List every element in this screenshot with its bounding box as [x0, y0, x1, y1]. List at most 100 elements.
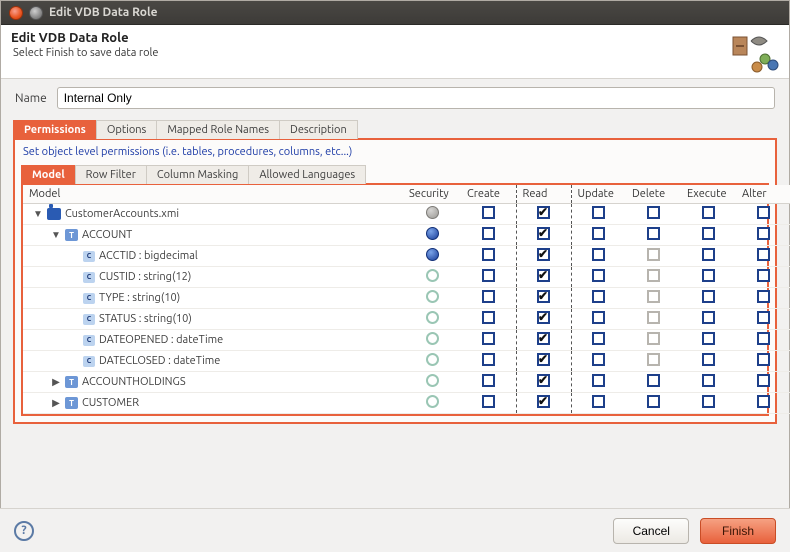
- permission-checkbox[interactable]: [702, 311, 715, 324]
- permission-checkbox[interactable]: [482, 290, 495, 303]
- permission-hint: Set object level permissions (i.e. table…: [21, 146, 769, 164]
- window-close-icon[interactable]: [9, 6, 23, 20]
- table-row[interactable]: CSTATUS : string(10): [23, 309, 790, 330]
- permission-checkbox[interactable]: [592, 311, 605, 324]
- security-indicator-icon[interactable]: [426, 206, 439, 219]
- table-row[interactable]: ▼CustomerAccounts.xmi: [23, 204, 790, 225]
- permission-checkbox[interactable]: [537, 353, 550, 366]
- permission-checkbox[interactable]: [647, 353, 660, 366]
- outer-tab-permissions[interactable]: Permissions: [13, 120, 97, 139]
- permission-checkbox[interactable]: [702, 248, 715, 261]
- permission-checkbox[interactable]: [537, 206, 550, 219]
- table-row[interactable]: CTYPE : string(10): [23, 288, 790, 309]
- inner-tab-column-masking[interactable]: Column Masking: [146, 165, 249, 184]
- permission-checkbox[interactable]: [757, 227, 770, 240]
- security-indicator-icon[interactable]: [426, 269, 439, 282]
- cancel-button[interactable]: Cancel: [613, 518, 689, 544]
- security-indicator-icon[interactable]: [426, 395, 439, 408]
- permission-checkbox[interactable]: [702, 395, 715, 408]
- permission-checkbox[interactable]: [537, 374, 550, 387]
- inner-tab-row-filter[interactable]: Row Filter: [75, 165, 147, 184]
- permission-checkbox[interactable]: [592, 374, 605, 387]
- permission-checkbox[interactable]: [592, 395, 605, 408]
- table-row[interactable]: CDATEOPENED : dateTime: [23, 330, 790, 351]
- permission-checkbox[interactable]: [702, 227, 715, 240]
- permission-checkbox[interactable]: [537, 395, 550, 408]
- permission-checkbox[interactable]: [757, 206, 770, 219]
- permission-checkbox[interactable]: [592, 332, 605, 345]
- table-row[interactable]: CACCTID : bigdecimal: [23, 246, 790, 267]
- permission-checkbox[interactable]: [482, 332, 495, 345]
- name-input[interactable]: [57, 87, 775, 109]
- permission-checkbox[interactable]: [702, 332, 715, 345]
- table-row[interactable]: ▶TCUSTOMER: [23, 393, 790, 414]
- permission-checkbox[interactable]: [757, 248, 770, 261]
- permission-checkbox[interactable]: [702, 353, 715, 366]
- inner-tab-allowed-languages[interactable]: Allowed Languages: [248, 165, 366, 184]
- permission-checkbox[interactable]: [757, 311, 770, 324]
- security-indicator-icon[interactable]: [426, 353, 439, 366]
- security-indicator-icon[interactable]: [426, 290, 439, 303]
- security-indicator-icon[interactable]: [426, 374, 439, 387]
- permission-checkbox[interactable]: [757, 374, 770, 387]
- permission-checkbox[interactable]: [482, 269, 495, 282]
- permission-checkbox[interactable]: [702, 206, 715, 219]
- permission-checkbox[interactable]: [647, 269, 660, 282]
- permission-checkbox[interactable]: [482, 227, 495, 240]
- outer-tab-mapped-role-names[interactable]: Mapped Role Names: [156, 120, 280, 139]
- permission-checkbox[interactable]: [647, 332, 660, 345]
- finish-button[interactable]: Finish: [700, 518, 776, 544]
- security-indicator-icon[interactable]: [426, 311, 439, 324]
- help-icon[interactable]: ?: [14, 521, 34, 541]
- permission-checkbox[interactable]: [537, 269, 550, 282]
- permission-checkbox[interactable]: [537, 248, 550, 261]
- inner-tab-model[interactable]: Model: [21, 165, 76, 184]
- permission-checkbox[interactable]: [647, 227, 660, 240]
- tree-expander-icon[interactable]: ▶: [51, 397, 61, 409]
- table-row[interactable]: CDATECLOSED : dateTime: [23, 351, 790, 372]
- permission-checkbox[interactable]: [757, 332, 770, 345]
- permission-checkbox[interactable]: [647, 374, 660, 387]
- permission-checkbox[interactable]: [537, 332, 550, 345]
- permission-checkbox[interactable]: [592, 290, 605, 303]
- table-row[interactable]: CCUSTID : string(12): [23, 267, 790, 288]
- window-minimize-icon[interactable]: [29, 6, 43, 20]
- tree-expander-icon[interactable]: ▼: [33, 208, 43, 220]
- security-indicator-icon[interactable]: [426, 332, 439, 345]
- permission-checkbox[interactable]: [647, 311, 660, 324]
- permission-checkbox[interactable]: [757, 290, 770, 303]
- table-row[interactable]: ▶TACCOUNTHOLDINGS: [23, 372, 790, 393]
- permission-checkbox[interactable]: [482, 374, 495, 387]
- tree-expander-icon[interactable]: ▶: [51, 376, 61, 388]
- permission-checkbox[interactable]: [537, 227, 550, 240]
- permission-checkbox[interactable]: [757, 269, 770, 282]
- permission-checkbox[interactable]: [757, 353, 770, 366]
- permission-checkbox[interactable]: [647, 395, 660, 408]
- permission-checkbox[interactable]: [592, 248, 605, 261]
- permission-checkbox[interactable]: [537, 290, 550, 303]
- permission-checkbox[interactable]: [647, 206, 660, 219]
- permission-checkbox[interactable]: [592, 353, 605, 366]
- permission-checkbox[interactable]: [592, 269, 605, 282]
- permission-checkbox[interactable]: [647, 248, 660, 261]
- permission-checkbox[interactable]: [482, 395, 495, 408]
- permission-checkbox[interactable]: [757, 395, 770, 408]
- permission-checkbox[interactable]: [537, 311, 550, 324]
- permission-checkbox[interactable]: [592, 227, 605, 240]
- permission-checkbox[interactable]: [482, 248, 495, 261]
- outer-tab-description[interactable]: Description: [279, 120, 358, 139]
- table-row[interactable]: ▼TACCOUNT: [23, 225, 790, 246]
- permission-checkbox[interactable]: [647, 290, 660, 303]
- permission-checkbox[interactable]: [482, 206, 495, 219]
- security-indicator-icon[interactable]: [426, 248, 439, 261]
- security-indicator-icon[interactable]: [426, 227, 439, 240]
- model-panel: ModelSecurityCreateReadUpdateDeleteExecu…: [21, 183, 769, 416]
- permission-checkbox[interactable]: [702, 290, 715, 303]
- permission-checkbox[interactable]: [482, 311, 495, 324]
- permission-checkbox[interactable]: [702, 374, 715, 387]
- permission-checkbox[interactable]: [592, 206, 605, 219]
- permission-checkbox[interactable]: [482, 353, 495, 366]
- tree-expander-icon[interactable]: ▼: [51, 229, 61, 241]
- outer-tab-options[interactable]: Options: [96, 120, 157, 139]
- permission-checkbox[interactable]: [702, 269, 715, 282]
